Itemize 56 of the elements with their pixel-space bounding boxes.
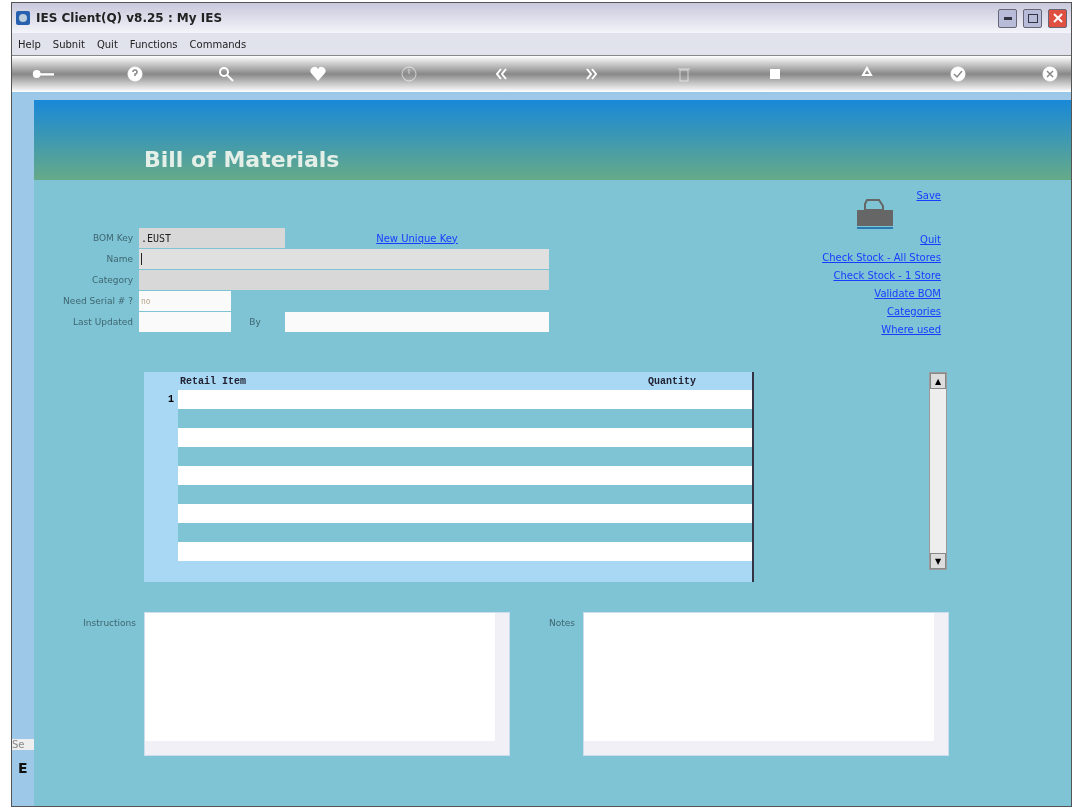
field-label: Instructions	[82, 617, 137, 630]
field-label: Need Serial # ?	[62, 296, 134, 306]
name-field[interactable]	[139, 249, 549, 269]
scrollbar[interactable]: ▲ ▼	[929, 372, 947, 570]
clock-icon[interactable]	[401, 66, 418, 82]
close-button[interactable]	[1048, 8, 1067, 28]
help-icon[interactable]	[126, 66, 143, 82]
trash-icon[interactable]	[675, 66, 692, 82]
page-title: Bill of Materials	[144, 147, 340, 172]
last-updated-field[interactable]	[139, 312, 231, 332]
check-icon[interactable]	[950, 66, 967, 82]
text-cursor-icon	[141, 253, 142, 265]
app-icon	[16, 11, 30, 25]
by-field[interactable]	[285, 312, 549, 332]
notes-field[interactable]	[583, 612, 949, 756]
key-icon[interactable]	[32, 68, 54, 80]
search-icon[interactable]	[218, 66, 235, 82]
window-title: IES Client(Q) v8.25 : My IES	[36, 11, 224, 25]
column-header: Quantity	[648, 375, 696, 387]
instructions-field[interactable]	[144, 612, 510, 756]
need-serial-field[interactable]: no	[139, 291, 231, 311]
category-field[interactable]	[139, 270, 549, 290]
maximize-icon	[1027, 13, 1038, 23]
action-link[interactable]: Quit	[920, 234, 941, 245]
scroll-down-button[interactable]: ▼	[930, 553, 946, 569]
printer-icon[interactable]	[855, 198, 895, 230]
menu-item[interactable]: Quit	[96, 38, 118, 50]
side-tab[interactable]: Se	[12, 739, 34, 750]
action-link[interactable]: Validate BOM	[874, 288, 941, 299]
action-link[interactable]: Save	[916, 190, 941, 201]
heart-icon[interactable]	[309, 66, 326, 82]
field-label: Name	[105, 254, 134, 264]
minimize-icon	[1003, 16, 1012, 20]
field-label: By	[248, 317, 262, 327]
field-label: BOM Key	[91, 233, 134, 243]
scroll-up-button[interactable]: ▲	[930, 373, 946, 389]
field-label: Category	[90, 275, 134, 285]
minimize-button[interactable]	[998, 8, 1017, 28]
field-label: Last Updated	[72, 317, 134, 327]
menu-item[interactable]: Commands	[189, 38, 247, 50]
action-link[interactable]: Where used	[881, 324, 941, 335]
new-unique-key-link[interactable]: New Unique Key	[376, 232, 458, 244]
close-icon	[1052, 13, 1063, 23]
action-link[interactable]: Check Stock - All Stores	[822, 252, 941, 263]
close-icon[interactable]	[1041, 66, 1058, 82]
action-link[interactable]: Categories	[887, 306, 941, 317]
column-header: Retail Item	[180, 375, 246, 387]
side-text: E	[17, 760, 29, 776]
row-number: 1	[167, 394, 175, 405]
bom-key-field[interactable]: .EUST	[139, 228, 285, 248]
action-link[interactable]: Check Stock - 1 Store	[833, 270, 941, 281]
menu-item[interactable]: Help	[18, 38, 41, 50]
field-label: Notes	[548, 617, 576, 630]
maximize-button[interactable]	[1023, 8, 1042, 28]
menu-item[interactable]: Functions	[129, 38, 178, 50]
menu-item[interactable]: Subnit	[52, 38, 85, 50]
